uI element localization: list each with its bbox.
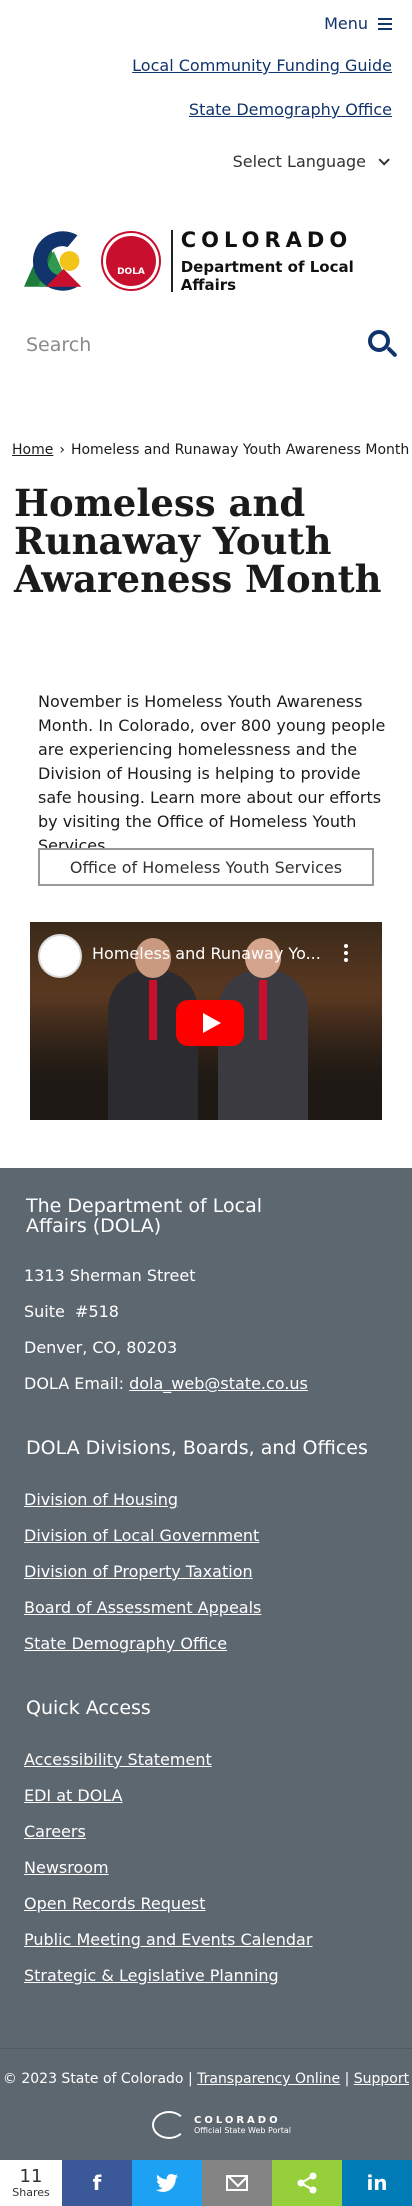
breadcrumb-separator: › [59, 442, 65, 458]
logo-department: Department of Local Affairs [180, 258, 354, 294]
footer-quick-access-heading: Quick Access [26, 1697, 151, 1719]
transparency-online-link[interactable]: Transparency Online [197, 2071, 340, 2087]
facebook-icon: f [92, 2171, 102, 2195]
address-suite: Suite #518 [24, 1302, 119, 1321]
linkedin-share-button[interactable]: in [342, 2160, 412, 2206]
language-select-label: Select Language [232, 152, 366, 171]
channel-avatar-icon[interactable] [38, 934, 82, 978]
play-button-icon[interactable] [176, 1000, 244, 1046]
logo-text: COLORADO Department of Local Affairs [181, 228, 412, 294]
copyright-row: © 2023 State of Colorado | Transparency … [0, 2071, 412, 2087]
portal-logo-subtitle: Official State Web Portal [194, 2126, 292, 2135]
menu-button[interactable]: Menu [324, 14, 392, 33]
site-logo[interactable]: DOLA COLORADO Department of Local Affair… [24, 228, 412, 294]
footer-link-careers[interactable]: Careers [24, 1822, 86, 1841]
breadcrumb: Home › Homeless and Runaway Youth Awaren… [12, 442, 409, 458]
address-city: Denver, CO, 80203 [24, 1338, 178, 1357]
breadcrumb-current: Homeless and Runaway Youth Awareness Mon… [70, 442, 410, 458]
logo-divider [170, 230, 173, 292]
share-count-number: 11 [19, 2165, 43, 2187]
search-icon[interactable] [368, 330, 398, 360]
dola-seal-text: DOLA [117, 267, 145, 277]
colorado-official-portal-logo[interactable]: COLORADO Official State Web Portal [152, 2111, 291, 2139]
colorado-c-logo-icon [24, 231, 82, 291]
footer-bottom-bar: © 2023 State of Colorado | Transparency … [0, 2048, 412, 2160]
state-demography-office-link[interactable]: State Demography Office [189, 100, 392, 119]
footer-link-newsroom[interactable]: Newsroom [24, 1858, 109, 1877]
share-count: 11 Shares [0, 2160, 62, 2206]
site-footer: The Department of Local Affairs (DOLA) 1… [0, 1168, 412, 2048]
footer-link-open-records-request[interactable]: Open Records Request [24, 1894, 206, 1913]
copyright-text: © 2023 State of Colorado [2, 2071, 184, 2087]
footer-org-heading: The Department of Local Affairs (DOLA) [26, 1195, 262, 1237]
email-share-button[interactable] [202, 2160, 272, 2206]
address-street: 1313 Sherman Street [24, 1266, 196, 1285]
share-count-label: Shares [12, 2185, 50, 2199]
footer-divisions-heading: DOLA Divisions, Boards, and Offices [26, 1437, 368, 1459]
footer-link-edi-at-dola[interactable]: EDI at DOLA [24, 1786, 123, 1805]
menu-label: Menu [324, 14, 368, 33]
search-placeholder: Search [26, 334, 92, 356]
footer-link-division-of-housing[interactable]: Division of Housing [24, 1490, 178, 1509]
logo-colorado: COLORADO [180, 228, 353, 252]
page-title: Homeless and Runaway Youth Awareness Mon… [14, 481, 382, 601]
hamburger-icon [378, 17, 392, 30]
copyright-separator: | [344, 2071, 350, 2087]
footer-email-row: DOLA Email: dola_web@state.co.us [24, 1374, 308, 1393]
portal-logo-title: COLORADO [194, 2115, 281, 2126]
footer-email-link[interactable]: dola_web@state.co.us [129, 1374, 308, 1393]
sharethis-button[interactable] [272, 2160, 342, 2206]
mail-icon [226, 2175, 248, 2191]
intro-paragraph: November is Homeless Youth Awareness Mon… [38, 692, 386, 855]
video-embed[interactable]: Homeless and Runaway Yo... [30, 922, 382, 1120]
more-options-icon[interactable] [344, 944, 348, 962]
footer-link-strategic-legislative-planning[interactable]: Strategic & Legislative Planning [24, 1966, 279, 1985]
footer-link-division-of-property-taxation[interactable]: Division of Property Taxation [24, 1562, 253, 1581]
copyright-separator: | [187, 2071, 193, 2087]
local-community-funding-guide-link[interactable]: Local Community Funding Guide [132, 56, 392, 75]
footer-link-division-of-local-government[interactable]: Division of Local Government [24, 1526, 259, 1545]
footer-link-state-demography-office[interactable]: State Demography Office [24, 1634, 227, 1653]
footer-link-public-meeting-calendar[interactable]: Public Meeting and Events Calendar [24, 1930, 312, 1949]
twitter-share-button[interactable] [132, 2160, 202, 2206]
footer-link-accessibility-statement[interactable]: Accessibility Statement [24, 1750, 212, 1769]
search-input[interactable]: Search [26, 325, 398, 365]
share-bar: 11 Shares f in [0, 2160, 412, 2206]
office-of-homeless-youth-services-button[interactable]: Office of Homeless Youth Services [38, 848, 374, 886]
support-link[interactable]: Support [354, 2071, 409, 2087]
chevron-down-icon [378, 153, 390, 166]
video-title[interactable]: Homeless and Runaway Yo... [92, 944, 332, 963]
linkedin-icon: in [366, 2171, 388, 2195]
footer-link-board-of-assessment-appeals[interactable]: Board of Assessment Appeals [24, 1598, 261, 1617]
footer-email-label: DOLA Email: [24, 1374, 125, 1393]
twitter-bird-icon [156, 2174, 178, 2192]
dola-seal-icon: DOLA [103, 233, 159, 289]
facebook-share-button[interactable]: f [62, 2160, 132, 2206]
colorado-portal-logo-icon [152, 2111, 186, 2139]
share-icon [297, 2172, 317, 2194]
language-select[interactable]: Select Language [232, 152, 390, 171]
breadcrumb-home-link[interactable]: Home [12, 442, 53, 458]
